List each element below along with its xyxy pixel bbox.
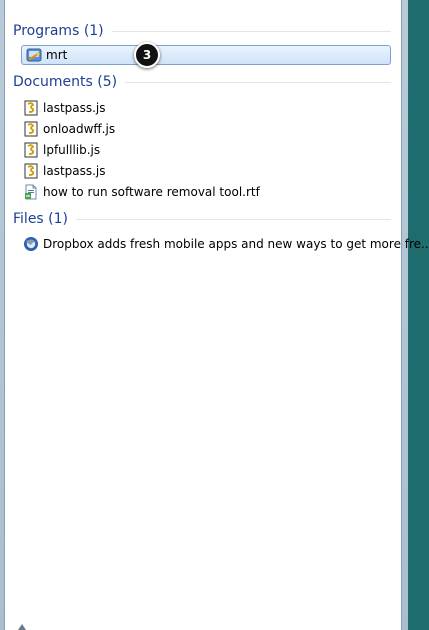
- rtf-document-icon: [25, 184, 37, 200]
- document-item[interactable]: lpfulllib.js: [23, 140, 100, 160]
- removal-tool-icon: [26, 48, 42, 62]
- program-item-mrt[interactable]: mrt: [21, 45, 391, 65]
- document-item[interactable]: how to run software removal tool.rtf: [23, 182, 260, 202]
- programs-title: Programs (1): [13, 23, 104, 39]
- document-item-label: lastpass.js: [43, 101, 106, 115]
- document-item[interactable]: lastpass.js: [23, 161, 106, 181]
- programs-header[interactable]: Programs (1): [13, 21, 391, 41]
- script-file-icon: [24, 163, 38, 179]
- document-item-label: how to run software removal tool.rtf: [43, 185, 260, 199]
- script-file-icon: [24, 100, 38, 116]
- program-item-label: mrt: [46, 48, 68, 62]
- document-item[interactable]: lastpass.js: [23, 98, 106, 118]
- file-item[interactable]: Dropbox adds fresh mobile apps and new w…: [23, 234, 429, 254]
- document-item-label: lpfulllib.js: [43, 143, 101, 157]
- document-item-label: lastpass.js: [43, 164, 106, 178]
- files-header[interactable]: Files (1): [13, 209, 391, 229]
- script-file-icon: [24, 121, 38, 137]
- step-callout-badge: 3: [134, 42, 160, 68]
- desktop-background: [408, 0, 429, 630]
- search-results-panel: Programs (1) mrt Documents (5) lastpass.…: [4, 0, 429, 630]
- script-file-icon: [24, 142, 38, 158]
- documents-header[interactable]: Documents (5): [13, 72, 391, 92]
- section-divider: [111, 30, 391, 32]
- file-item-label: Dropbox adds fresh mobile apps and new w…: [43, 237, 429, 251]
- document-item-label: onloadwff.js: [43, 122, 116, 136]
- section-divider: [76, 218, 391, 220]
- step-callout-number: 3: [142, 48, 152, 62]
- partial-icon: [18, 624, 26, 630]
- documents-title: Documents (5): [13, 74, 118, 90]
- thunderbird-mail-icon: [24, 237, 38, 251]
- document-item[interactable]: onloadwff.js: [23, 119, 115, 139]
- section-divider: [125, 81, 391, 83]
- files-title: Files (1): [13, 211, 69, 227]
